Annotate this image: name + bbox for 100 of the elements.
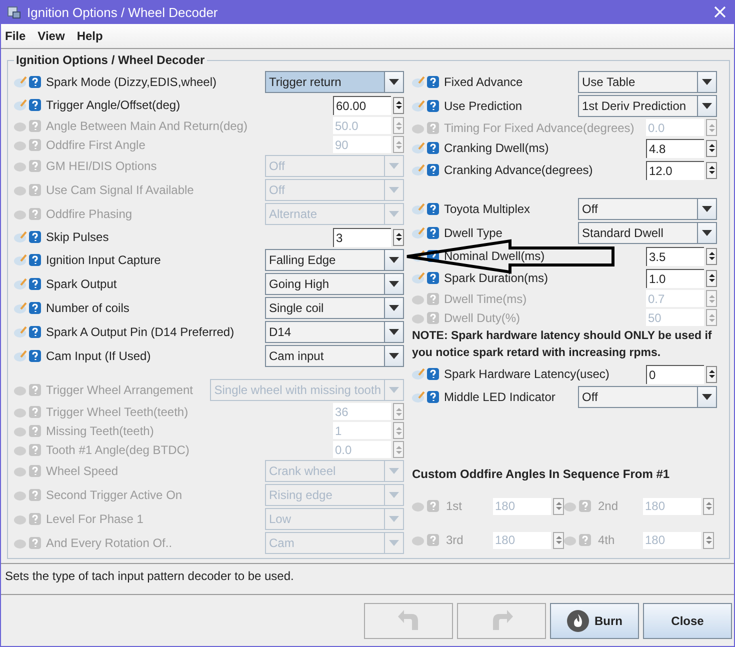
- caret-icon: [389, 353, 399, 359]
- close-icon[interactable]: [714, 6, 726, 18]
- up-down-arrows-icon: [394, 120, 402, 132]
- number-field[interactable]: 0: [646, 364, 704, 384]
- spin-button[interactable]: [706, 248, 717, 264]
- spin-button[interactable]: [393, 96, 404, 114]
- field-label: 3rd: [446, 533, 464, 547]
- field-label: Dwell Time(ms): [444, 292, 527, 306]
- up-down-arrows-icon: [708, 122, 716, 134]
- dropdown[interactable]: Going High: [265, 273, 404, 295]
- note-text: NOTE: Spark hardware latency should ONLY be used if you notice spark retard with increasing rpms.: [412, 329, 713, 361]
- caret-icon: [702, 206, 712, 212]
- menu-item[interactable]: File: [5, 29, 26, 43]
- caret-icon: [389, 281, 399, 287]
- dropdown[interactable]: Standard Dwell: [578, 222, 717, 244]
- caret-icon: [389, 211, 399, 217]
- up-down-arrows-icon: [394, 138, 402, 150]
- dropdown[interactable]: D14: [265, 321, 404, 343]
- number-field[interactable]: 12.0: [646, 160, 704, 180]
- spin-button[interactable]: [706, 140, 717, 156]
- field-label: Use Prediction: [444, 99, 522, 113]
- dropdown[interactable]: Single coil: [265, 297, 404, 319]
- spin-button[interactable]: [706, 270, 717, 286]
- close-button[interactable]: Close: [643, 602, 732, 638]
- dropdown[interactable]: Use Table: [578, 71, 717, 93]
- caret-icon: [389, 387, 399, 393]
- caret-icon: [702, 394, 712, 400]
- field-label: Trigger Wheel Arrangement: [46, 383, 193, 397]
- panel-title: Ignition Options / Wheel Decoder: [15, 53, 206, 67]
- up-down-arrows-icon: [708, 164, 716, 176]
- spin-button[interactable]: [393, 228, 404, 246]
- dropdown[interactable]: 1st Deriv Prediction: [578, 95, 717, 117]
- field-label: 2nd: [598, 499, 618, 513]
- field-label: Toyota Multiplex: [444, 202, 530, 216]
- field-label: Oddfire First Angle: [46, 138, 146, 152]
- flame-icon: [566, 610, 588, 632]
- caret-icon: [389, 163, 399, 169]
- section-heading: Custom Oddfire Angles In Sequence From #1: [412, 467, 671, 481]
- field-label: Nominal Dwell(ms): [444, 249, 545, 263]
- field-label: Missing Teeth(teeth): [46, 424, 154, 438]
- up-down-arrows-icon: [394, 406, 402, 418]
- caret-icon: [389, 468, 399, 474]
- field-label: Angle Between Main And Return(deg): [46, 118, 248, 132]
- up-down-arrows-icon: [394, 231, 402, 243]
- up-down-arrows-icon: [704, 534, 712, 546]
- field-label: Spark Duration(ms): [444, 271, 548, 285]
- up-down-arrows-icon: [708, 368, 716, 380]
- field-label: Fixed Advance: [444, 75, 523, 89]
- number-field[interactable]: 4.8: [646, 138, 704, 158]
- field-label: And Every Rotation Of..: [46, 536, 172, 550]
- field-label: Cranking Advance(degrees): [444, 163, 593, 177]
- caret-icon: [389, 540, 399, 546]
- number-field[interactable]: 60.00: [333, 96, 391, 114]
- field-label: Oddfire Phasing: [46, 207, 132, 221]
- field-label: Timing For Fixed Advance(degrees): [444, 120, 634, 134]
- caret-icon: [389, 187, 399, 193]
- spin-button[interactable]: [706, 366, 717, 382]
- burn-button[interactable]: Burn: [550, 602, 639, 638]
- spin-button[interactable]: [706, 162, 717, 178]
- caret-icon: [702, 103, 712, 109]
- up-down-arrows-icon: [394, 444, 402, 456]
- field-label: Second Trigger Active On: [46, 488, 182, 502]
- up-down-arrows-icon: [708, 250, 716, 262]
- up-down-arrows-icon: [708, 312, 716, 324]
- field-label: Middle LED Indicator: [444, 390, 556, 404]
- menu-item[interactable]: Help: [76, 29, 103, 43]
- field-label: Dwell Type: [444, 226, 502, 240]
- field-label: Wheel Speed: [46, 464, 118, 478]
- caret-icon: [389, 257, 399, 263]
- field-label: Skip Pulses: [46, 230, 109, 244]
- number-field[interactable]: 3.5: [646, 246, 704, 266]
- field-label: Use Cam Signal If Available: [46, 183, 194, 197]
- field-label: 4th: [598, 533, 615, 547]
- field-label: Spark Output: [46, 277, 117, 291]
- dropdown[interactable]: Off: [578, 386, 717, 408]
- field-label: 1st: [446, 499, 462, 513]
- field-label: Number of coils: [46, 301, 130, 315]
- up-down-arrows-icon: [554, 534, 562, 546]
- dropdown[interactable]: Falling Edge: [265, 249, 404, 271]
- field-label: Trigger Angle/Offset(deg): [46, 98, 180, 112]
- up-down-arrows-icon: [708, 272, 716, 284]
- window-icon: [7, 5, 21, 19]
- dropdown[interactable]: Cam input: [265, 345, 404, 367]
- field-label: Tooth #1 Angle(deg BTDC): [46, 442, 190, 456]
- up-down-arrows-icon: [394, 99, 402, 111]
- menu-item[interactable]: View: [38, 29, 65, 43]
- caret-icon: [389, 492, 399, 498]
- up-down-arrows-icon: [394, 424, 402, 436]
- field-label: Level For Phase 1: [46, 512, 144, 526]
- dropdown[interactable]: Off: [578, 198, 717, 220]
- number-field[interactable]: 3: [333, 228, 391, 246]
- number-field[interactable]: 1.0: [646, 268, 704, 288]
- dropdown[interactable]: Trigger return: [265, 71, 404, 93]
- field-label: Spark A Output Pin (D14 Preferred): [46, 325, 234, 339]
- caret-icon: [702, 230, 712, 236]
- field-label: Cranking Dwell(ms): [444, 141, 549, 155]
- field-label: Ignition Input Capture: [46, 253, 161, 267]
- up-down-arrows-icon: [554, 500, 562, 512]
- status-text: Sets the type of tach input pattern decoder to be used.: [1, 563, 734, 595]
- field-label: Dwell Duty(%): [444, 310, 520, 324]
